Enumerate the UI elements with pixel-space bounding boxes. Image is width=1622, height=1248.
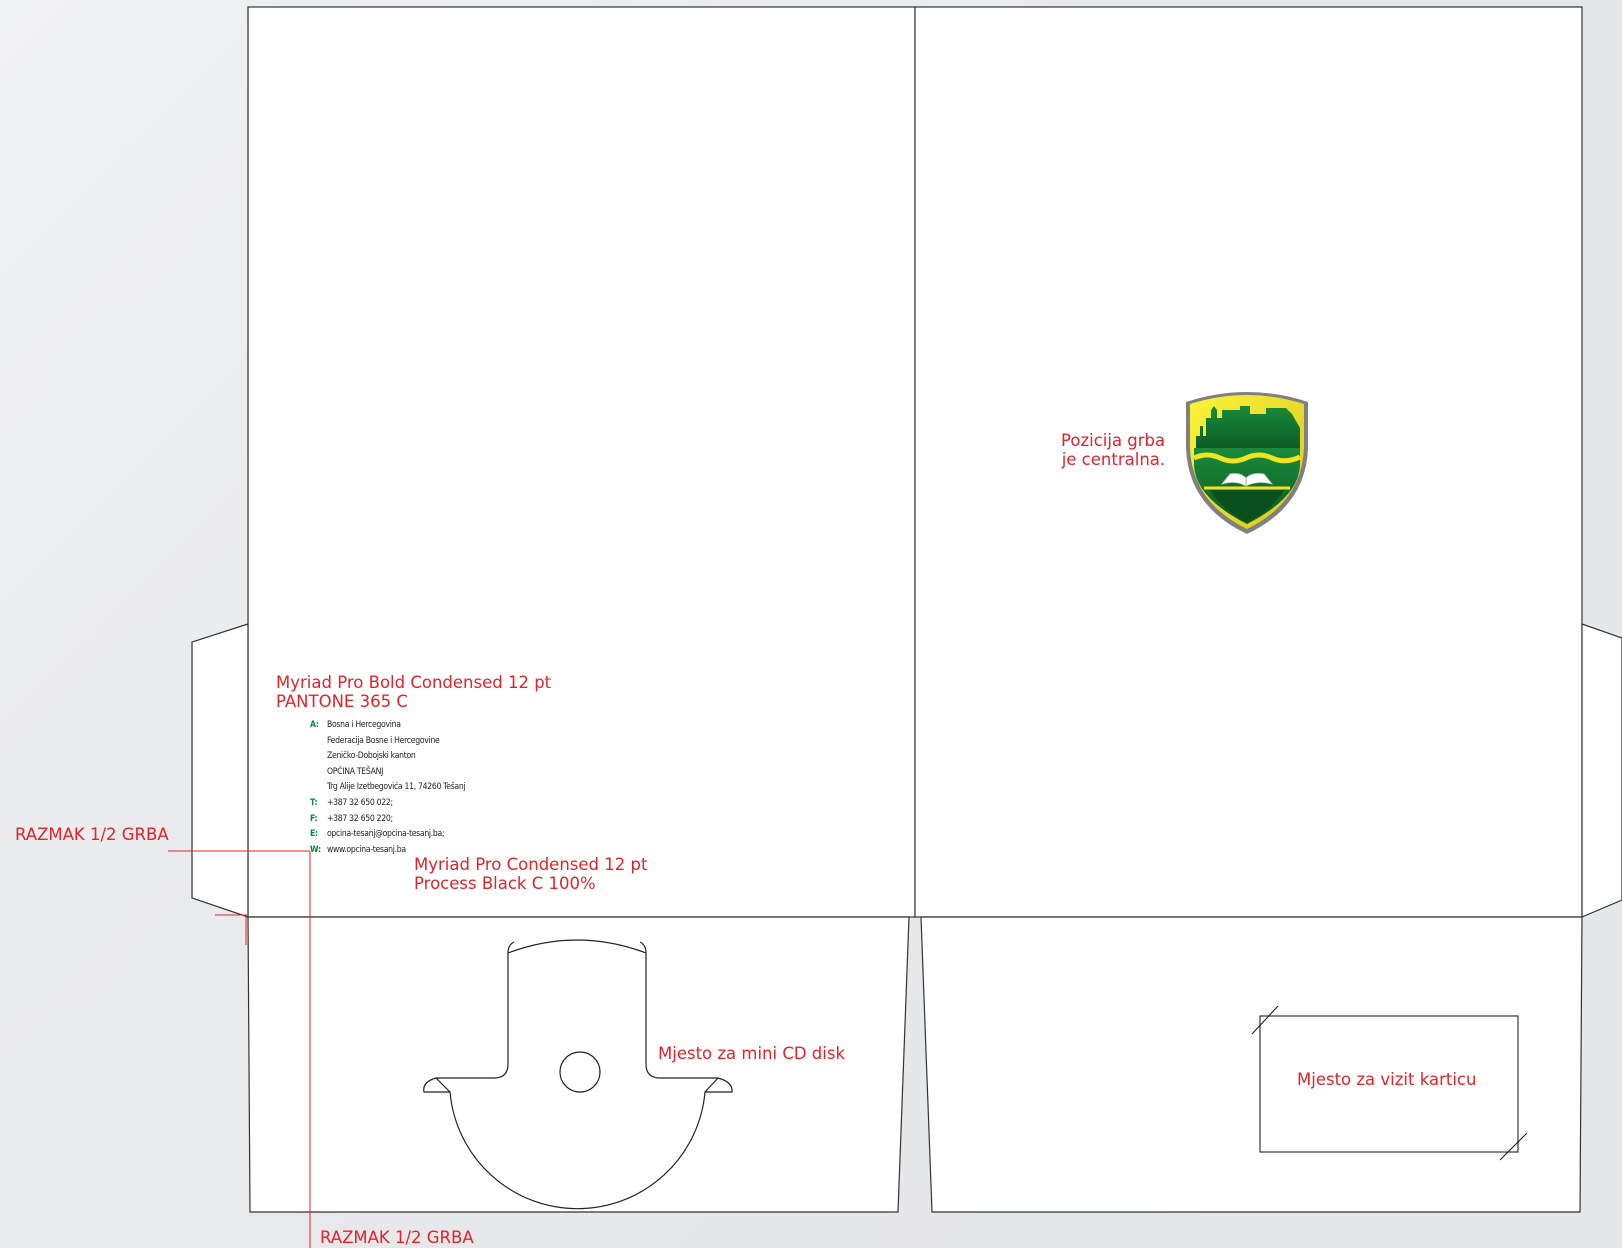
- contact-phone-row: T: +387 32 650 022;: [310, 796, 465, 812]
- web-value: www.opcina-tesanj.ba: [327, 844, 406, 855]
- card-slot-note: Mjesto za vizit karticu: [1297, 1070, 1476, 1089]
- left-pocket: [247, 916, 910, 1213]
- spacing-note-bottom: RAZMAK 1/2 GRBA: [320, 1228, 474, 1247]
- phone-label: T:: [310, 797, 318, 808]
- right-side-flap: [1581, 623, 1622, 918]
- font-spec-regular-line2: Process Black C 100%: [414, 874, 596, 893]
- crest-position-line2: je centralna.: [1061, 450, 1166, 469]
- address-line-3: Zeničko-Dobojski kanton: [327, 751, 416, 762]
- contact-address-row-4: OPĆINA TEŠANJ: [310, 765, 465, 781]
- coat-of-arms-icon: [1186, 392, 1308, 534]
- fax-value: +387 32 650 220;: [327, 813, 393, 824]
- spacing-note-bottom-text: RAZMAK 1/2 GRBA: [320, 1228, 474, 1247]
- spacing-note-left-text: RAZMAK 1/2 GRBA: [15, 825, 169, 844]
- crest-position-line1: Pozicija grba: [1061, 431, 1166, 450]
- address-line-2: Federacija Bosne i Hercegovine: [327, 735, 440, 746]
- address-line-4: OPĆINA TEŠANJ: [327, 766, 384, 777]
- address-spacer: [310, 734, 327, 750]
- email-value: opcina-tesanj@opcina-tesanj.ba;: [327, 829, 445, 840]
- font-spec-bold-line1: Myriad Pro Bold Condensed 12 pt: [276, 673, 552, 692]
- font-spec-bold-line2: PANTONE 365 C: [276, 692, 408, 711]
- address-spacer: [310, 780, 327, 796]
- phone-value: +387 32 650 022;: [327, 797, 393, 808]
- left-side-flap: [191, 623, 249, 918]
- address-spacer: [310, 765, 327, 781]
- spacing-note-left: RAZMAK 1/2 GRBA: [15, 825, 169, 844]
- crest-position-note: Pozicija grba je centralna.: [1061, 431, 1165, 469]
- contact-email-row: E: opcina-tesanj@opcina-tesanj.ba;: [310, 827, 465, 843]
- contact-block: A: Bosna i Hercegovina Federacija Bosne …: [310, 718, 466, 859]
- cd-slot-note-text: Mjesto za mini CD disk: [658, 1044, 846, 1063]
- cd-slot-note: Mjesto za mini CD disk: [658, 1044, 845, 1063]
- email-label: E:: [310, 829, 318, 840]
- contact-address-row-2: Federacija Bosne i Hercegovine: [310, 734, 465, 750]
- contact-address-row: A: Bosna i Hercegovina: [310, 718, 465, 734]
- right-pocket: [920, 916, 1583, 1213]
- address-line-5: Trg Alije Izetbegovića 11, 74260 Tešanj: [327, 782, 466, 793]
- address-label: A:: [310, 720, 319, 730]
- font-spec-regular: Myriad Pro Condensed 12 pt Process Black…: [414, 855, 647, 893]
- address-spacer: [310, 749, 327, 765]
- web-label: W:: [310, 844, 321, 855]
- contact-web-row: W: www.opcina-tesanj.ba: [310, 843, 465, 859]
- address-line-1: Bosna i Hercegovina: [327, 720, 401, 730]
- card-slot-note-text: Mjesto za vizit karticu: [1297, 1070, 1477, 1089]
- contact-fax-row: F: +387 32 650 220;: [310, 812, 465, 828]
- contact-address-row-3: Zeničko-Dobojski kanton: [310, 749, 465, 765]
- fold-mark: [215, 914, 248, 945]
- font-spec-bold: Myriad Pro Bold Condensed 12 pt PANTONE …: [276, 673, 551, 711]
- contact-address-row-5: Trg Alije Izetbegovića 11, 74260 Tešanj: [310, 780, 466, 796]
- fax-label: F:: [310, 813, 318, 824]
